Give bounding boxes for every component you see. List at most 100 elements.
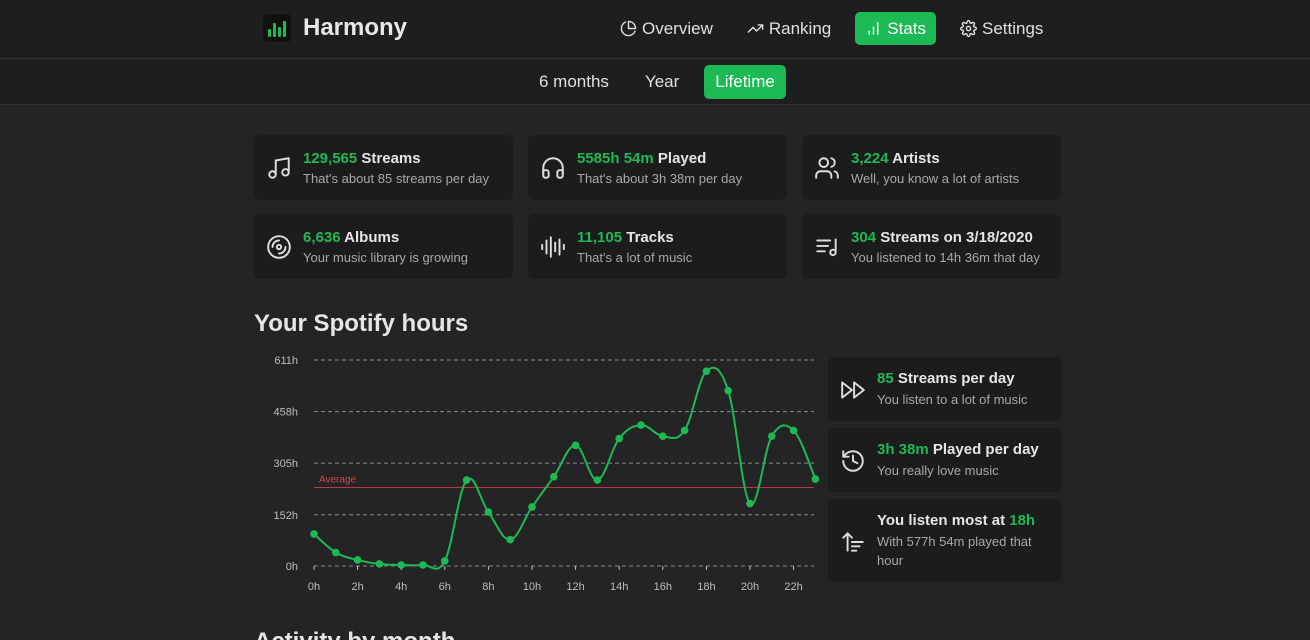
hours-section-title: Your Spotify hours (254, 310, 469, 337)
data-point (768, 432, 776, 440)
audio-lines-icon (540, 234, 566, 260)
y-tick-label: 458h (274, 407, 298, 419)
y-tick-label: 305h (274, 458, 298, 470)
stat-label: Artists (888, 149, 940, 167)
x-tick-label: 18h (697, 581, 715, 593)
nav-ranking-label: Ranking (768, 18, 832, 38)
stat-card-artists: 3,224 Artists Well, you know a lot of ar… (802, 135, 1061, 200)
side-card-peak-hour: You listen most at 18h With 577h 54m pla… (828, 499, 1062, 582)
x-tick-label: 22h (784, 581, 802, 593)
nav-settings-label: Settings (981, 18, 1044, 38)
data-point (702, 367, 711, 375)
data-point (746, 499, 754, 508)
nav-stats[interactable]: Stats (855, 12, 936, 45)
hours-line-chart: 0h 152h 305h 458h 611h 0h 2h 4h 6h 8h 10h 12h 14h 16h… (274, 355, 820, 593)
side-title: 3h 38m Played per day (877, 440, 1039, 459)
stat-label: Albums (340, 228, 400, 246)
bar-chart-icon (868, 22, 879, 35)
stat-value: 6,636 (303, 228, 341, 246)
users-icon (814, 155, 840, 181)
stat-subtitle: That's a lot of music (577, 249, 693, 265)
side-value: 18h (1009, 512, 1036, 529)
stat-subtitle: Your music library is growing (303, 249, 468, 265)
stat-value: 3,224 (851, 149, 889, 167)
data-point (462, 476, 471, 484)
data-point (353, 556, 362, 564)
stat-value: 11,105 (577, 228, 623, 246)
tab-lifetime[interactable]: Lifetime (704, 65, 786, 99)
stat-subtitle: That's about 85 streams per day (303, 170, 490, 186)
side-value: 3h 38m (877, 441, 929, 458)
app-name: Harmony (303, 14, 408, 41)
side-prefix: You listen most at (877, 512, 1010, 529)
side-title: 85 Streams per day (877, 369, 1028, 388)
stat-title: 3,224 Artists (851, 150, 1019, 167)
x-tick-label: 0h (308, 581, 320, 593)
data-point (637, 421, 645, 429)
side-label: Streams per day (893, 370, 1015, 387)
tab-6-months[interactable]: 6 months (528, 65, 620, 99)
headphones-icon (540, 155, 566, 181)
x-tick-label: 14h (610, 581, 628, 593)
data-point (441, 557, 449, 565)
stat-card-tracks: 11,105 Tracks That's a lot of music (528, 214, 787, 279)
stat-title: 304 Streams on 3/18/2020 (851, 229, 1040, 246)
side-subtitle: With 577h 54m played that hour (877, 534, 1032, 568)
stat-card-streams: 129,565 Streams That's about 85 streams … (254, 135, 513, 200)
data-point (571, 441, 580, 450)
stat-label: Tracks (622, 228, 674, 246)
side-subtitle: You really love music (877, 463, 999, 478)
brand[interactable]: Harmony (263, 14, 407, 42)
nav-overview[interactable]: Overview (610, 12, 723, 45)
side-label: Played per day (928, 441, 1039, 458)
x-tick-label: 2h (351, 581, 363, 593)
y-tick-label: 611h (274, 355, 298, 367)
stat-card-top-day: 304 Streams on 3/18/2020 You listened to… (802, 214, 1061, 279)
data-point (484, 508, 493, 516)
gear-icon (960, 20, 977, 37)
stat-card-played: 5585h 54m Played That's about 3h 38m per… (528, 135, 787, 200)
data-point (397, 561, 405, 569)
stat-title: 11,105 Tracks (577, 229, 692, 246)
music-note-icon (266, 155, 292, 181)
x-tick-label: 8h (482, 581, 494, 593)
side-card-streams-per-day: 85 Streams per day You listen to a lot o… (828, 357, 1062, 421)
side-value: 85 (877, 370, 894, 387)
disc-icon (266, 234, 292, 260)
main-nav: Overview Ranking Stats Settings (610, 12, 1053, 45)
data-point (375, 560, 384, 568)
side-title: You listen most at 18h (877, 511, 1050, 530)
stat-value: 5585h 54m (577, 149, 654, 167)
stat-subtitle: That's about 3h 38m per day (577, 170, 743, 186)
stat-title: 129,565 Streams (303, 150, 489, 167)
side-subtitle: You listen to a lot of music (877, 392, 1028, 407)
data-point (789, 426, 798, 435)
data-point (811, 475, 820, 483)
x-tick-label: 12h (566, 581, 584, 593)
data-point (528, 503, 536, 511)
stat-label: Streams on 3/18/2020 (876, 228, 1033, 246)
stat-value: 129,565 (303, 149, 358, 167)
data-point (550, 472, 558, 481)
stat-value: 304 (851, 228, 877, 246)
tab-year[interactable]: Year (634, 65, 690, 99)
nav-ranking[interactable]: Ranking (737, 12, 841, 45)
y-tick-label: 0h (286, 561, 298, 573)
data-point (615, 434, 623, 443)
sort-ascending-icon (840, 529, 866, 555)
data-point (680, 426, 689, 435)
stat-title: 5585h 54m Played (577, 150, 742, 167)
harmony-logo-icon (263, 14, 291, 42)
pie-chart-icon (620, 20, 637, 37)
range-bar: 6 months Year Lifetime (0, 60, 1310, 105)
x-tick-label: 20h (741, 581, 759, 593)
nav-settings[interactable]: Settings (950, 12, 1053, 45)
stat-title: 6,636 Albums (303, 229, 468, 246)
stat-subtitle: Well, you know a lot of artists (851, 170, 1020, 186)
stat-label: Streams (357, 149, 421, 167)
activity-section-title: Activity by month (254, 628, 455, 640)
data-point (310, 530, 318, 538)
data-point (506, 535, 514, 544)
stat-label: Played (653, 149, 707, 167)
top-bar: Harmony Overview Ranking Stats Settings (0, 0, 1310, 59)
